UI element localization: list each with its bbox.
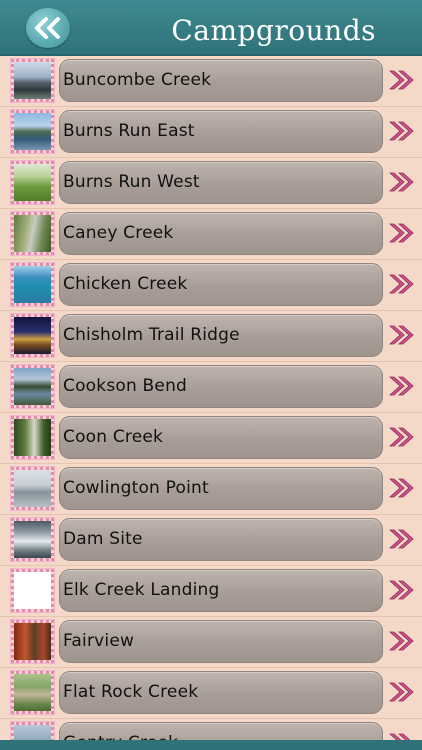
campground-name: Chicken Creek [63, 274, 188, 294]
campground-button[interactable]: Cowlington Point [59, 467, 383, 510]
photo-autumn-trees-image [14, 623, 51, 660]
campground-name: Dam Site [63, 529, 143, 549]
double-chevron-left-icon [35, 17, 60, 39]
campground-thumbnail [10, 58, 55, 103]
double-chevron-right-icon[interactable] [388, 323, 416, 347]
campground-list[interactable]: Buncombe Creek Burns Run East Burns Run We… [0, 56, 422, 750]
campground-name: Flat Rock Creek [63, 682, 199, 702]
double-chevron-right-icon[interactable] [388, 170, 416, 194]
campground-button[interactable]: Fairview [59, 620, 383, 663]
campground-thumbnail [10, 568, 55, 613]
list-item[interactable]: Fairview [0, 617, 422, 668]
campground-thumbnail [10, 517, 55, 562]
campground-button[interactable]: Burns Run East [59, 110, 383, 153]
list-item[interactable]: Burns Run East [0, 107, 422, 158]
campground-name: Fairview [63, 631, 135, 651]
campground-button[interactable]: Caney Creek [59, 212, 383, 255]
campground-thumbnail [10, 466, 55, 511]
campground-thumbnail [10, 364, 55, 409]
campground-name: Cowlington Point [63, 478, 209, 498]
campground-button[interactable]: Buncombe Creek [59, 59, 383, 102]
campground-button[interactable]: Chicken Creek [59, 263, 383, 306]
photo-lake-shore-image [14, 368, 51, 405]
page-title: Campgrounds [171, 14, 376, 47]
photo-night-lights-image [14, 317, 51, 354]
campground-name: Chisholm Trail Ridge [63, 325, 240, 345]
list-item[interactable]: Coon Creek [0, 413, 422, 464]
header-bar: Campgrounds [0, 0, 422, 56]
campground-button[interactable]: Dam Site [59, 518, 383, 561]
double-chevron-right-icon[interactable] [388, 374, 416, 398]
campground-name: Cookson Bend [63, 376, 188, 396]
double-chevron-right-icon[interactable] [388, 476, 416, 500]
campground-button[interactable]: Burns Run West [59, 161, 383, 204]
campground-name: Elk Creek Landing [63, 580, 220, 600]
photo-blue-water-image [14, 266, 51, 303]
double-chevron-right-icon[interactable] [388, 119, 416, 143]
campground-button[interactable]: Coon Creek [59, 416, 383, 459]
list-item[interactable]: Chicken Creek [0, 260, 422, 311]
photo-lake-trees-image [14, 113, 51, 150]
photo-dam-image [14, 521, 51, 558]
campground-thumbnail [10, 619, 55, 664]
campground-name: Coon Creek [63, 427, 164, 447]
list-item[interactable]: Cookson Bend [0, 362, 422, 413]
list-item[interactable]: Cowlington Point [0, 464, 422, 515]
photo-blank-image [14, 572, 51, 609]
campground-thumbnail [10, 160, 55, 205]
double-chevron-right-icon[interactable] [388, 680, 416, 704]
photo-picnic-shelter-image [14, 674, 51, 711]
double-chevron-right-icon[interactable] [388, 425, 416, 449]
list-item[interactable]: Elk Creek Landing [0, 566, 422, 617]
double-chevron-right-icon[interactable] [388, 68, 416, 92]
photo-forest-image [14, 419, 51, 456]
campground-button[interactable]: Cookson Bend [59, 365, 383, 408]
list-item[interactable]: Caney Creek [0, 209, 422, 260]
campground-thumbnail [10, 262, 55, 307]
campground-name: Burns Run West [63, 172, 200, 192]
photo-creek-woods-image [14, 215, 51, 252]
campground-thumbnail [10, 670, 55, 715]
campground-thumbnail [10, 109, 55, 154]
campground-button[interactable]: Chisholm Trail Ridge [59, 314, 383, 357]
double-chevron-right-icon[interactable] [388, 629, 416, 653]
double-chevron-right-icon[interactable] [388, 272, 416, 296]
campground-thumbnail [10, 415, 55, 460]
back-button[interactable] [26, 8, 70, 48]
photo-green-field-image [14, 164, 51, 201]
campground-button[interactable]: Elk Creek Landing [59, 569, 383, 612]
campground-button[interactable]: Flat Rock Creek [59, 671, 383, 714]
campground-name: Burns Run East [63, 121, 195, 141]
double-chevron-right-icon[interactable] [388, 221, 416, 245]
list-item[interactable]: Flat Rock Creek [0, 668, 422, 719]
list-item[interactable]: Chisholm Trail Ridge [0, 311, 422, 362]
campground-thumbnail [10, 313, 55, 358]
photo-lake-dock-image [14, 62, 51, 99]
campground-name: Caney Creek [63, 223, 174, 243]
list-item[interactable]: Buncombe Creek [0, 56, 422, 107]
list-item[interactable]: Dam Site [0, 515, 422, 566]
double-chevron-right-icon[interactable] [388, 527, 416, 551]
campground-name: Buncombe Creek [63, 70, 212, 90]
list-item[interactable]: Burns Run West [0, 158, 422, 209]
campground-thumbnail [10, 211, 55, 256]
footer-bar [0, 740, 422, 750]
photo-misty-lake-image [14, 470, 51, 507]
double-chevron-right-icon[interactable] [388, 578, 416, 602]
